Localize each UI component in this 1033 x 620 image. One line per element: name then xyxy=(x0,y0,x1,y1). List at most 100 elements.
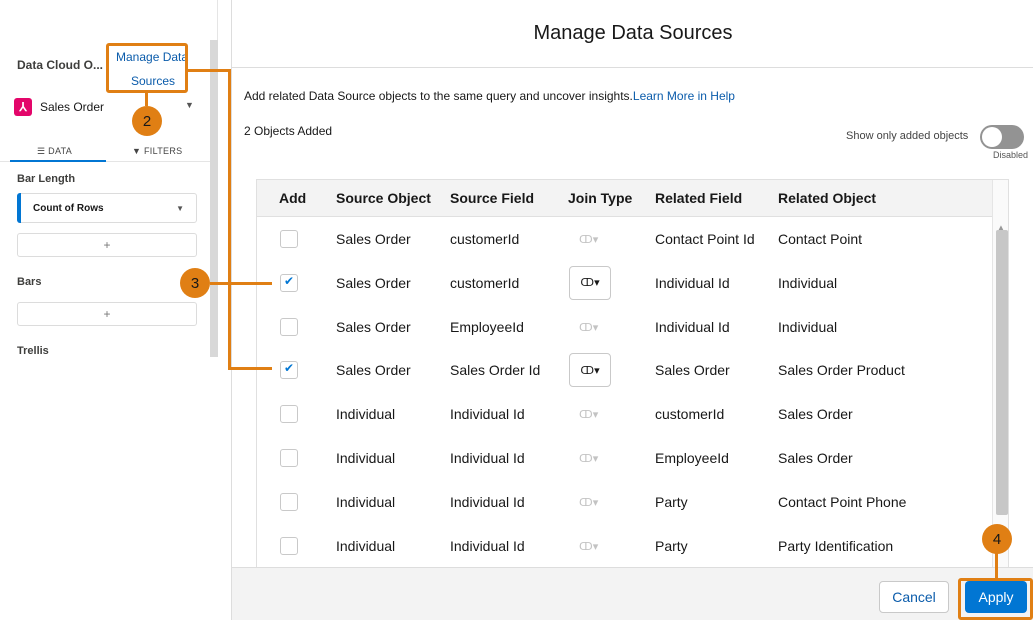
toggle-knob xyxy=(982,127,1002,147)
drag-handle[interactable] xyxy=(17,193,21,223)
sidebar-scrollbar[interactable] xyxy=(210,40,218,357)
related-object-cell: Sales Order Product xyxy=(778,362,905,379)
caret-down-icon[interactable]: ▼ xyxy=(185,100,194,110)
callout-badge-4: 4 xyxy=(982,524,1012,554)
add-bars-button[interactable]: + xyxy=(17,302,197,326)
related-field-cell: Party xyxy=(655,537,688,554)
callout-line xyxy=(188,69,230,72)
toggle-state: Disabled xyxy=(993,150,1029,160)
related-object-cell: Sales Order xyxy=(778,450,853,466)
source-field-cell: customerId xyxy=(450,231,520,247)
object-name: Sales Order xyxy=(40,100,105,114)
join-type-disabled-icon: ↀ▾ xyxy=(579,234,599,246)
join-type-disabled-icon: ↀ▾ xyxy=(579,321,599,334)
join-type-disabled-icon: ↀ▾ xyxy=(579,409,599,422)
cancel-button[interactable]: Cancel xyxy=(879,581,949,613)
field-pill-count-of-rows[interactable]: Count of Rows ▼ xyxy=(17,193,197,223)
add-checkbox[interactable] xyxy=(280,273,298,292)
sidebar-title: Data Cloud O... xyxy=(17,58,104,72)
table-row: Individual Individual Id EmployeeId Sales O… xyxy=(257,437,992,480)
add-checkbox[interactable] xyxy=(280,449,298,467)
related-object-cell: Party Identification xyxy=(778,537,894,554)
highlight-manage-data-sources xyxy=(106,43,188,93)
modal-title: Manage Data Sources xyxy=(533,22,733,44)
object-selector[interactable]: ⅄ Sales Order xyxy=(14,98,104,116)
related-field-cell: Individual Id xyxy=(655,318,730,335)
callout-line xyxy=(228,69,231,369)
related-field-cell: Individual Id xyxy=(655,274,730,291)
tab-data[interactable]: ☰ DATA xyxy=(37,146,72,157)
add-bar-length-button[interactable]: + xyxy=(17,233,197,257)
info-description: Add related Data Source objects to the s… xyxy=(244,89,633,103)
source-field-cell: Individual Id xyxy=(450,406,525,423)
source-object-cell: Individual xyxy=(336,450,396,466)
related-field-cell: Party xyxy=(655,493,688,510)
related-object-cell: Contact Point xyxy=(778,231,863,247)
add-checkbox[interactable] xyxy=(280,317,298,336)
add-checkbox[interactable] xyxy=(280,361,298,380)
join-type-disabled-icon: ↀ▾ xyxy=(579,540,599,553)
join-type-button[interactable]: ↀ▾ xyxy=(569,265,611,300)
source-field-cell: Sales Order Id xyxy=(450,362,541,379)
callout-line xyxy=(210,282,272,285)
chevron-down-icon[interactable]: ▼ xyxy=(176,204,184,213)
learn-more-link[interactable]: Learn More in Help xyxy=(633,89,735,103)
add-checkbox[interactable] xyxy=(280,230,298,248)
table-row: Sales Order Sales Order Id Sales Order Sale… xyxy=(257,349,992,392)
table-row: Sales Order customerId Individual Id Indivi… xyxy=(257,262,992,305)
source-object-cell: Individual xyxy=(336,493,396,510)
related-field-cell: Contact Point Id xyxy=(655,231,755,247)
callout-badge-2: 2 xyxy=(132,106,162,136)
join-type-disabled-icon: ↀ▾ xyxy=(579,453,599,465)
col-source-field: Source Field xyxy=(450,190,535,206)
callout-line xyxy=(995,553,998,580)
active-tab-indicator xyxy=(10,160,106,162)
source-field-cell: Individual Id xyxy=(450,537,525,554)
tab-filters[interactable]: ▼ FILTERS xyxy=(132,146,182,156)
col-related-field: Related Field xyxy=(655,190,743,206)
related-object-cell: Sales Order xyxy=(778,406,853,423)
related-field-cell: EmployeeId xyxy=(655,450,729,466)
related-object-cell: Individual xyxy=(778,274,838,291)
source-object-cell: Sales Order xyxy=(336,274,411,291)
table-row: Individual Individual Id Party Contact Poin… xyxy=(257,481,992,524)
source-object-cell: Sales Order xyxy=(336,318,411,335)
callout-line xyxy=(145,93,148,106)
add-checkbox[interactable] xyxy=(280,405,298,424)
join-type-disabled-icon: ↀ▾ xyxy=(579,496,599,509)
source-field-cell: Individual Id xyxy=(450,450,525,466)
section-trellis: Trellis xyxy=(17,345,49,357)
source-field-cell: EmployeeId xyxy=(450,318,524,335)
add-checkbox[interactable] xyxy=(280,536,298,555)
table-scrollbar[interactable]: ▲ xyxy=(992,180,1008,567)
object-icon: ⅄ xyxy=(14,98,32,116)
source-object-cell: Sales Order xyxy=(336,231,411,247)
col-source-object: Source Object xyxy=(336,190,431,206)
callout-line xyxy=(228,367,272,370)
scrollbar-thumb[interactable] xyxy=(996,230,1008,515)
join-type-button[interactable]: ↀ▾ xyxy=(569,353,611,388)
table-row: Individual Individual Id Party Party Identi… xyxy=(257,525,992,567)
show-only-added-toggle[interactable] xyxy=(980,125,1024,149)
source-object-cell: Individual xyxy=(336,406,396,423)
callout-badge-3: 3 xyxy=(180,268,210,298)
field-label: Count of Rows xyxy=(33,202,104,214)
data-sources-table: Add Source Object Source Field Join Type… xyxy=(256,179,1009,568)
toggle-label: Show only added objects xyxy=(846,130,969,142)
section-bars: Bars xyxy=(17,276,42,288)
table-row: Sales Order customerId Contact Point Id Con… xyxy=(257,218,992,261)
highlight-apply-button xyxy=(958,578,1033,620)
table-header: Add Source Object Source Field Join Type… xyxy=(257,180,992,217)
modal-footer: Cancel Apply xyxy=(232,567,1033,620)
source-object-cell: Individual xyxy=(336,537,396,554)
col-join-type: Join Type xyxy=(568,190,633,206)
related-object-cell: Contact Point Phone xyxy=(778,493,907,510)
source-field-cell: customerId xyxy=(450,274,520,291)
related-field-cell: customerId xyxy=(655,406,725,423)
section-bar-length: Bar Length xyxy=(17,173,76,185)
add-checkbox[interactable] xyxy=(280,492,298,511)
table-row: Sales Order EmployeeId Individual Id Indivi… xyxy=(257,306,992,349)
modal-header: Manage Data Sources xyxy=(232,0,1033,68)
info-text: Add related Data Source objects to the s… xyxy=(244,89,735,103)
source-object-cell: Sales Order xyxy=(336,362,411,379)
